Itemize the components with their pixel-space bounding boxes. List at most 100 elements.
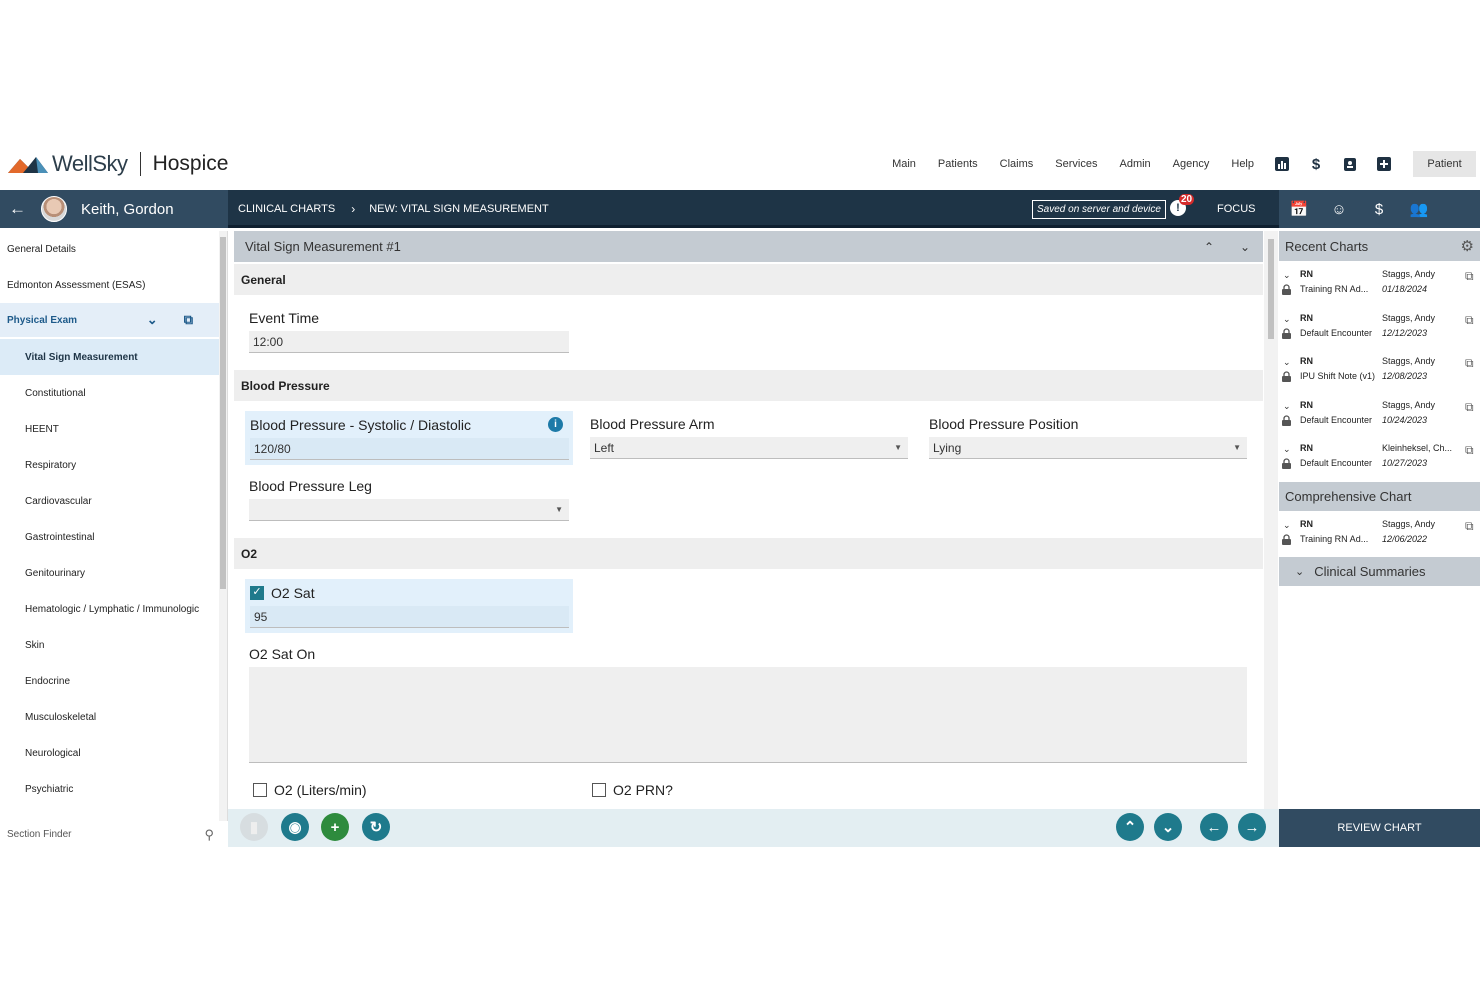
focus-button[interactable]: FOCUS <box>1217 190 1256 228</box>
open-external-icon[interactable]: ⧉ <box>1465 443 1474 458</box>
bp-sd-input[interactable]: 120/80 <box>250 438 569 460</box>
scrollbar-thumb[interactable] <box>1268 239 1274 339</box>
nav-services[interactable]: Services <box>1055 158 1097 170</box>
add-button[interactable]: + <box>321 813 349 841</box>
sidebar-item-cardiovascular[interactable]: Cardiovascular <box>0 483 219 519</box>
bp-position-select[interactable]: Lying ▼ <box>929 437 1247 459</box>
sidebar-item-heent[interactable]: HEENT <box>0 411 219 447</box>
section-finder[interactable]: Section Finder ⚲ <box>0 821 228 848</box>
sidebar-scrollbar[interactable] <box>219 231 227 821</box>
preview-eye-icon[interactable]: ◉ <box>281 813 309 841</box>
open-external-icon[interactable]: ⧉ <box>1465 519 1474 534</box>
patient-avatar[interactable] <box>41 196 67 222</box>
bar-chart-icon[interactable] <box>1274 156 1290 172</box>
recent-chart-row[interactable]: ⌄ RN Default Encounter Staggs, Andy 10/24/20… <box>1279 392 1480 436</box>
sidebar-item-general-details[interactable]: General Details <box>0 231 219 267</box>
o2-prn-checkbox[interactable] <box>592 783 606 797</box>
search-icon[interactable]: ⚲ <box>204 827 214 843</box>
o2-sat-checkbox[interactable]: ✓ <box>250 586 264 600</box>
section-finder-input[interactable]: Section Finder <box>7 829 71 840</box>
bp-arm-select[interactable]: Left ▼ <box>590 437 908 459</box>
form-scrollbar[interactable] <box>1264 231 1278 809</box>
event-time-input[interactable]: 12:00 <box>249 331 569 353</box>
review-chart-button[interactable]: REVIEW CHART <box>1279 809 1480 847</box>
open-external-icon[interactable]: ⧉ <box>1465 313 1474 328</box>
sidebar-item-gastrointestinal[interactable]: Gastrointestinal <box>0 519 219 555</box>
o2-liters-checkbox[interactable] <box>253 783 267 797</box>
comprehensive-chart-header[interactable]: Comprehensive Chart <box>1279 481 1480 511</box>
clinical-summaries-title: Clinical Summaries <box>1314 564 1426 579</box>
sidebar-item-neurological[interactable]: Neurological <box>0 735 219 771</box>
previous-section-button[interactable]: ← <box>1200 813 1228 841</box>
chevron-down-icon[interactable]: ⌄ <box>147 312 158 328</box>
sidebar-item-vital-sign[interactable]: Vital Sign Measurement <box>0 339 219 375</box>
sidebar-item-constitutional[interactable]: Constitutional <box>0 375 219 411</box>
wellsky-logo[interactable]: WellSky Hospice <box>8 150 228 178</box>
sidebar-item-hematologic[interactable]: Hematologic / Lymphatic / Immunologic <box>0 591 219 627</box>
chart-type: RN <box>1300 518 1313 529</box>
caret-down-icon: ▼ <box>1233 443 1241 452</box>
people-icon[interactable]: 👥 <box>1399 200 1439 218</box>
chevron-down-icon[interactable]: ⌄ <box>1283 444 1291 455</box>
mountain-logo-icon <box>8 157 48 173</box>
patient-button[interactable]: Patient <box>1413 151 1476 177</box>
nav-agency[interactable]: Agency <box>1173 158 1210 170</box>
info-icon[interactable]: i <box>548 417 563 432</box>
chevron-down-icon[interactable]: ⌄ <box>1283 314 1291 325</box>
scroll-down-button[interactable]: ⌄ <box>1154 813 1182 841</box>
delete-button[interactable]: ▮ <box>240 813 268 841</box>
nav-help[interactable]: Help <box>1231 158 1254 170</box>
gear-icon[interactable]: ⚙ <box>1461 237 1474 255</box>
recent-chart-row[interactable]: ⌄ RN Training RN Ad... Staggs, Andy 12/06/20… <box>1279 511 1480 555</box>
calendar-icon[interactable]: 📅 <box>1279 200 1319 218</box>
back-arrow-icon[interactable]: ← <box>9 199 26 219</box>
open-external-icon[interactable]: ⧉ <box>1465 400 1474 415</box>
breadcrumb-clinical-charts[interactable]: CLINICAL CHARTS <box>238 203 335 215</box>
chevron-down-icon[interactable]: ⌄ <box>1283 520 1291 531</box>
sidebar-item-genitourinary[interactable]: Genitourinary <box>0 555 219 591</box>
sidebar-item-endocrine[interactable]: Endocrine <box>0 663 219 699</box>
recent-chart-row[interactable]: ⌄ RN IPU Shift Note (v1) Staggs, Andy 12/08/… <box>1279 348 1480 392</box>
sidebar-group-physical-exam[interactable]: Physical Exam ⌄ ⧉ <box>0 303 219 339</box>
bp-position-label: Blood Pressure Position <box>929 416 1079 432</box>
scroll-up-button[interactable]: ⌃ <box>1116 813 1144 841</box>
medical-plus-icon[interactable] <box>1376 156 1392 172</box>
chevron-down-icon[interactable]: ⌄ <box>1283 270 1291 281</box>
dollar-icon[interactable]: $ <box>1359 201 1399 218</box>
open-external-icon[interactable]: ⧉ <box>1465 356 1474 371</box>
patient-header: ← Keith, Gordon <box>0 190 228 228</box>
chart-author: Staggs, Andy <box>1382 356 1436 366</box>
nav-patients[interactable]: Patients <box>938 158 978 170</box>
recent-chart-row[interactable]: ⌄ RN Default Encounter Kleinheksel, Ch... 10… <box>1279 435 1480 479</box>
chevron-down-icon[interactable]: ⌄ <box>1283 357 1291 368</box>
recent-chart-row[interactable]: ⌄ RN Training RN Ad... Staggs, Andy 01/18/20… <box>1279 261 1480 305</box>
bp-leg-field: Blood Pressure Leg ▼ <box>249 477 569 521</box>
face-icon[interactable]: ☺ <box>1319 201 1359 218</box>
nav-claims[interactable]: Claims <box>1000 158 1034 170</box>
sidebar-item-musculoskeletal[interactable]: Musculoskeletal <box>0 699 219 735</box>
nav-admin[interactable]: Admin <box>1119 158 1150 170</box>
chevron-down-icon[interactable]: ⌄ <box>1283 401 1291 412</box>
o2-sat-on-textarea[interactable] <box>249 667 1247 763</box>
patient-name[interactable]: Keith, Gordon <box>81 201 174 218</box>
sidebar-item-psychiatric[interactable]: Psychiatric <box>0 771 219 807</box>
next-section-button[interactable]: → <box>1238 813 1266 841</box>
bp-sd-label: Blood Pressure - Systolic / Diastolic <box>250 417 471 433</box>
chevron-up-icon[interactable]: ⌃ <box>1191 240 1227 254</box>
recent-chart-row[interactable]: ⌄ RN Default Encounter Staggs, Andy 12/12/20… <box>1279 305 1480 349</box>
open-external-icon[interactable]: ⧉ <box>1465 269 1474 284</box>
o2-sat-input[interactable]: 95 <box>250 606 569 628</box>
bp-arm-value: Left <box>594 440 615 455</box>
nav-main[interactable]: Main <box>892 158 916 170</box>
open-external-icon[interactable]: ⧉ <box>184 312 193 328</box>
bp-leg-select[interactable]: ▼ <box>249 499 569 521</box>
sync-icon[interactable]: ↻ <box>362 813 390 841</box>
clinical-summaries-header[interactable]: ⌄ Clinical Summaries <box>1279 557 1480 586</box>
dollar-icon[interactable]: $ <box>1308 156 1324 173</box>
sidebar-item-skin[interactable]: Skin <box>0 627 219 663</box>
sidebar-item-edmonton[interactable]: Edmonton Assessment (ESAS) <box>0 267 219 303</box>
id-card-icon[interactable] <box>1342 156 1358 172</box>
sidebar-item-respiratory[interactable]: Respiratory <box>0 447 219 483</box>
scrollbar-thumb[interactable] <box>220 237 226 589</box>
chevron-down-icon[interactable]: ⌄ <box>1227 240 1263 254</box>
